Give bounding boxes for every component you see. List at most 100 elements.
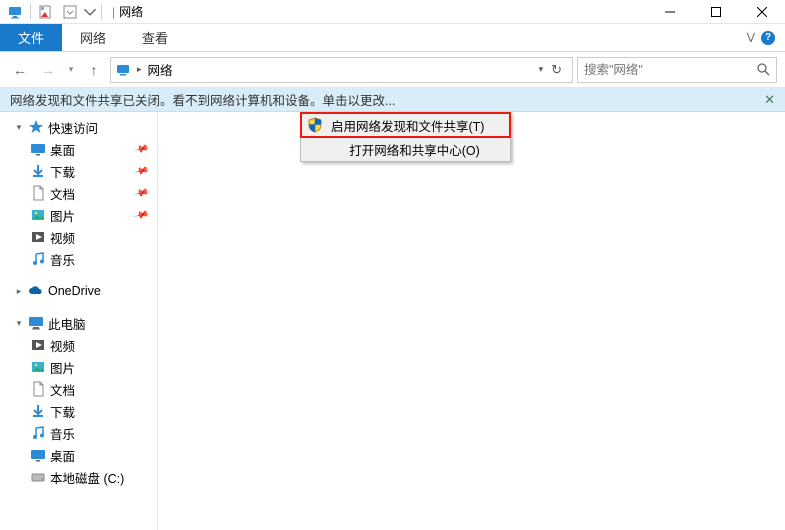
document-icon [30, 381, 46, 397]
onedrive-icon [28, 283, 44, 299]
close-button[interactable] [739, 0, 785, 24]
infobar-text: 网络发现和文件共享已关闭。看不到网络计算机和设备。单击以更改... [10, 90, 395, 109]
ribbon-right-controls: ⋁ ? [747, 24, 785, 51]
minimize-button[interactable] [647, 0, 693, 24]
pin-icon: 📌 [133, 207, 149, 223]
download-icon [30, 403, 46, 419]
breadcrumb-bar[interactable]: ▸ 网络 ▾ ↻ [110, 57, 573, 83]
sidebar-item-pictures-pc[interactable]: 图片 [0, 356, 157, 378]
qat-properties-icon[interactable] [35, 1, 57, 23]
desktop-icon [30, 447, 46, 463]
context-menu: 启用网络发现和文件共享(T) 打开网络和共享中心(O) [300, 112, 511, 162]
context-menu-open-network-center[interactable]: 打开网络和共享中心(O) [301, 137, 510, 161]
sidebar-item-desktop[interactable]: 桌面 📌 [0, 138, 157, 160]
qat-separator-2 [101, 4, 102, 20]
pin-icon: 📌 [133, 163, 149, 179]
chevron-down-icon[interactable]: ▾ [14, 318, 24, 329]
sidebar-item-label: 下载 [50, 402, 75, 421]
chevron-right-icon[interactable]: ▸ [14, 286, 24, 297]
drive-icon [30, 469, 46, 485]
window-title: |网络 [112, 3, 143, 20]
sidebar-onedrive-label: OneDrive [48, 284, 101, 298]
nav-forward-button[interactable]: → [36, 58, 60, 82]
tab-view[interactable]: 查看 [124, 24, 186, 51]
sidebar-item-label: 桌面 [50, 140, 75, 159]
tab-file[interactable]: 文件 [0, 24, 62, 51]
sidebar-item-label: 视频 [50, 228, 75, 247]
help-icon[interactable]: ? [761, 31, 775, 45]
music-icon [30, 251, 46, 267]
picture-icon [30, 359, 46, 375]
video-icon [30, 337, 46, 353]
tab-file-label: 文件 [18, 28, 44, 47]
sidebar-this-pc-label: 此电脑 [48, 314, 86, 333]
sidebar-item-videos[interactable]: 视频 [0, 226, 157, 248]
star-icon [28, 119, 44, 135]
tab-view-label: 查看 [142, 28, 168, 47]
search-input[interactable] [584, 63, 734, 77]
explorer-body: ▾ 快速访问 桌面 📌 下载 📌 文档 📌 图片 📌 [0, 112, 785, 530]
sidebar-item-label: 图片 [50, 206, 75, 225]
sidebar-onedrive[interactable]: ▸ OneDrive [0, 280, 157, 302]
context-menu-enable-network-discovery[interactable]: 启用网络发现和文件共享(T) [301, 113, 510, 137]
qat-separator [30, 4, 31, 20]
breadcrumb-dropdown-icon[interactable]: ▾ [539, 64, 544, 75]
ribbon-tabs: 文件 网络 查看 ⋁ ? [0, 24, 785, 52]
sidebar-item-desktop-pc[interactable]: 桌面 [0, 444, 157, 466]
sidebar-item-documents[interactable]: 文档 📌 [0, 182, 157, 204]
download-icon [30, 163, 46, 179]
address-bar-row: ← → ▾ ↑ ▸ 网络 ▾ ↻ [0, 52, 785, 88]
sidebar-item-label: 图片 [50, 358, 75, 377]
sidebar-item-documents-pc[interactable]: 文档 [0, 378, 157, 400]
sidebar-item-label: 音乐 [50, 250, 75, 269]
navigation-pane: ▾ 快速访问 桌面 📌 下载 📌 文档 📌 图片 📌 [0, 112, 158, 530]
window-system-buttons [647, 0, 785, 24]
nav-up-button[interactable]: ↑ [82, 58, 106, 82]
window-title-text: 网络 [119, 5, 143, 19]
context-menu-item-label: 打开网络和共享中心(O) [331, 140, 510, 159]
sidebar-item-music-pc[interactable]: 音乐 [0, 422, 157, 444]
search-box[interactable] [577, 57, 777, 83]
sidebar-item-label: 文档 [50, 184, 75, 203]
pin-icon: 📌 [133, 185, 149, 201]
document-icon [30, 185, 46, 201]
sidebar-quick-access[interactable]: ▾ 快速访问 [0, 116, 157, 138]
nav-back-button[interactable]: ← [8, 58, 32, 82]
tab-network[interactable]: 网络 [62, 24, 124, 51]
refresh-icon[interactable]: ↻ [551, 62, 562, 78]
sidebar-item-downloads[interactable]: 下载 📌 [0, 160, 157, 182]
content-pane[interactable]: 启用网络发现和文件共享(T) 打开网络和共享中心(O) [158, 112, 785, 530]
network-location-icon [115, 62, 131, 78]
music-icon [30, 425, 46, 441]
sidebar-item-music[interactable]: 音乐 [0, 248, 157, 270]
sidebar-item-label: 视频 [50, 336, 75, 355]
desktop-icon [30, 141, 46, 157]
quick-access-toolbar [0, 0, 104, 23]
chevron-down-icon[interactable]: ▾ [14, 122, 24, 133]
sidebar-item-downloads-pc[interactable]: 下载 [0, 400, 157, 422]
breadcrumb-root-caret[interactable]: ▸ [137, 64, 142, 75]
infobar-close-icon[interactable]: ✕ [764, 92, 775, 108]
shield-icon [307, 117, 323, 133]
network-app-icon [4, 1, 26, 23]
ribbon-collapse-icon[interactable]: ⋁ [747, 32, 755, 43]
blank-icon [307, 141, 323, 157]
sidebar-this-pc[interactable]: ▾ 此电脑 [0, 312, 157, 334]
tab-network-label: 网络 [80, 28, 106, 47]
picture-icon [30, 207, 46, 223]
nav-history-dropdown[interactable]: ▾ [64, 58, 78, 82]
sidebar-item-local-disk-c[interactable]: 本地磁盘 (C:) [0, 466, 157, 488]
qat-dropdown-icon[interactable] [59, 1, 81, 23]
maximize-button[interactable] [693, 0, 739, 24]
sidebar-quick-access-label: 快速访问 [48, 118, 98, 137]
search-icon[interactable] [757, 63, 770, 76]
network-discovery-infobar[interactable]: 网络发现和文件共享已关闭。看不到网络计算机和设备。单击以更改... ✕ [0, 88, 785, 112]
pin-icon: 📌 [133, 141, 149, 157]
breadcrumb-item-network[interactable]: 网络 [148, 60, 173, 79]
video-icon [30, 229, 46, 245]
sidebar-item-label: 桌面 [50, 446, 75, 465]
context-menu-item-label: 启用网络发现和文件共享(T) [331, 116, 510, 135]
sidebar-item-pictures[interactable]: 图片 📌 [0, 204, 157, 226]
sidebar-item-videos-pc[interactable]: 视频 [0, 334, 157, 356]
qat-caret-icon[interactable] [83, 1, 97, 23]
